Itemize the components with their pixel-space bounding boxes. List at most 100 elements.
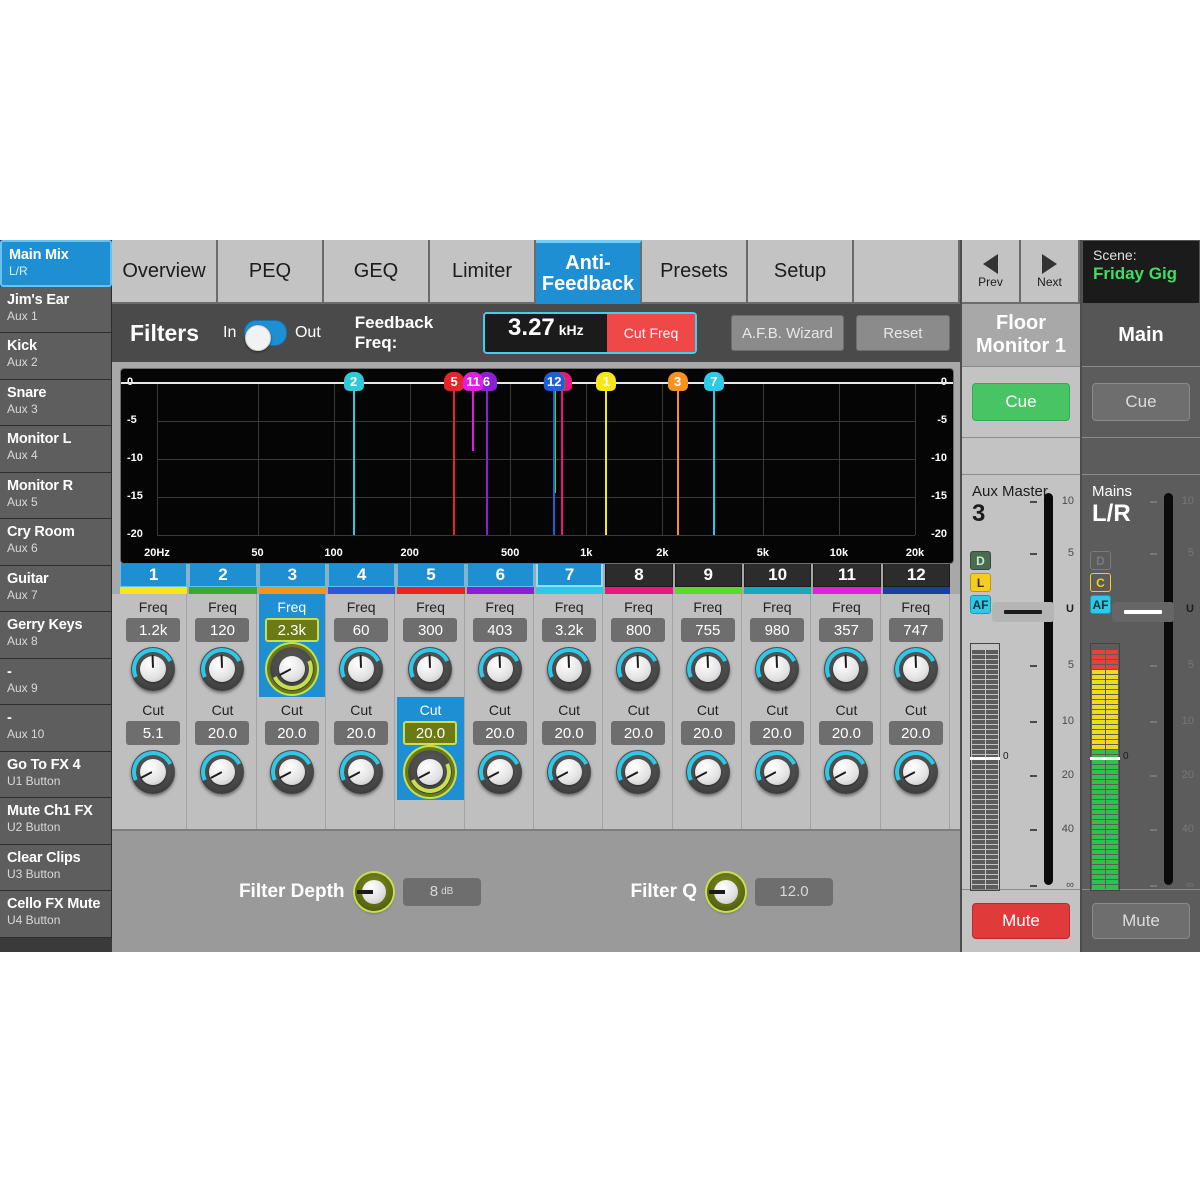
filter-spike-6[interactable] xyxy=(486,383,488,535)
cut-knob-2[interactable] xyxy=(200,750,244,794)
prev-button[interactable]: Prev xyxy=(962,240,1021,304)
cut-value-2[interactable]: 20.0 xyxy=(195,721,249,745)
filter-tab-3[interactable]: 3 xyxy=(259,562,326,594)
filter-spike-1[interactable] xyxy=(605,383,607,535)
freq-knob-6[interactable] xyxy=(478,647,522,691)
cut-knob-3[interactable] xyxy=(270,750,314,794)
cut-knob-8[interactable] xyxy=(616,750,660,794)
aux-badge-d[interactable]: D xyxy=(970,551,991,570)
freq-value-10[interactable]: 980 xyxy=(750,618,804,642)
aux-badge-af[interactable]: AF xyxy=(970,595,991,614)
tab-setup[interactable]: Setup xyxy=(748,240,854,304)
cut-knob-11[interactable] xyxy=(824,750,868,794)
cut-knob-9[interactable] xyxy=(686,750,730,794)
sidebar-item-aux-3[interactable]: SnareAux 3 xyxy=(0,380,112,427)
cut-value-6[interactable]: 20.0 xyxy=(473,721,527,745)
cut-value-4[interactable]: 20.0 xyxy=(334,721,388,745)
freq-knob-3[interactable] xyxy=(270,647,314,691)
tab-anti-feedback[interactable]: Anti- Feedback xyxy=(536,240,642,304)
cut-knob-7[interactable] xyxy=(547,750,591,794)
next-button[interactable]: Next xyxy=(1021,240,1080,304)
filter-spike-5[interactable] xyxy=(453,383,455,535)
filters-in-out-toggle[interactable] xyxy=(244,320,287,346)
frequency-response-graph[interactable]: 20Hz501002005001k2k5k10k20k00-5-5-10-10-… xyxy=(120,368,954,564)
filter-tab-12[interactable]: 12 xyxy=(883,562,950,594)
tab-peq[interactable]: PEQ xyxy=(218,240,324,304)
filter-tab-5[interactable]: 5 xyxy=(397,562,464,594)
scene-display[interactable]: Scene: Friday Gig xyxy=(1082,240,1200,304)
afb-wizard-button[interactable]: A.F.B. Wizard xyxy=(731,315,844,351)
sidebar-item-aux-10[interactable]: -Aux 10 xyxy=(0,705,112,752)
freq-value-4[interactable]: 60 xyxy=(334,618,388,642)
filter-marker-tag-3[interactable]: 3 xyxy=(668,372,688,391)
cut-freq-button[interactable]: Cut Freq xyxy=(607,314,695,352)
freq-value-3[interactable]: 2.3k xyxy=(265,618,319,642)
fader-handle[interactable] xyxy=(1112,602,1174,622)
freq-knob-8[interactable] xyxy=(616,647,660,691)
freq-knob-1[interactable] xyxy=(131,647,175,691)
freq-knob-10[interactable] xyxy=(755,647,799,691)
sidebar-item-aux-5[interactable]: Monitor RAux 5 xyxy=(0,473,112,520)
freq-knob-5[interactable] xyxy=(408,647,452,691)
cut-value-5[interactable]: 20.0 xyxy=(403,721,457,745)
filter-tab-6[interactable]: 6 xyxy=(467,562,534,594)
filter-tab-11[interactable]: 11 xyxy=(813,562,880,594)
filter-depth-value-box[interactable]: 8 dB xyxy=(403,878,481,906)
aux-cue-button[interactable]: Cue xyxy=(972,383,1070,421)
filter-spike-11[interactable] xyxy=(472,383,474,451)
filter-tab-8[interactable]: 8 xyxy=(605,562,672,594)
filter-spike-3[interactable] xyxy=(677,383,679,535)
filter-marker-tag-1[interactable]: 1 xyxy=(596,372,616,391)
cut-value-1[interactable]: 5.1 xyxy=(126,721,180,745)
cut-value-8[interactable]: 20.0 xyxy=(611,721,665,745)
main-badge-d[interactable]: D xyxy=(1090,551,1111,570)
filter-marker-tag-2[interactable]: 2 xyxy=(344,372,364,391)
cut-value-11[interactable]: 20.0 xyxy=(819,721,873,745)
cut-value-10[interactable]: 20.0 xyxy=(750,721,804,745)
filter-spike-8[interactable] xyxy=(561,383,563,535)
sidebar-item-u3-button[interactable]: Clear ClipsU3 Button xyxy=(0,845,112,892)
filter-depth-knob[interactable] xyxy=(355,873,393,911)
sidebar-item-aux-1[interactable]: Jim's EarAux 1 xyxy=(0,287,112,334)
cut-value-9[interactable]: 20.0 xyxy=(681,721,735,745)
filter-tab-9[interactable]: 9 xyxy=(675,562,742,594)
main-fader[interactable]: 105U5102040∞ xyxy=(1138,487,1196,892)
main-cue-button[interactable]: Cue xyxy=(1092,383,1190,421)
cut-knob-10[interactable] xyxy=(755,750,799,794)
aux-mute-button[interactable]: Mute xyxy=(972,903,1070,939)
freq-value-5[interactable]: 300 xyxy=(403,618,457,642)
freq-value-7[interactable]: 3.2k xyxy=(542,618,596,642)
filter-tab-4[interactable]: 4 xyxy=(328,562,395,594)
main-mute-button[interactable]: Mute xyxy=(1092,903,1190,939)
tab-blank[interactable] xyxy=(854,240,960,304)
freq-knob-7[interactable] xyxy=(547,647,591,691)
tab-geq[interactable]: GEQ xyxy=(324,240,430,304)
freq-knob-11[interactable] xyxy=(824,647,868,691)
fader-track[interactable] xyxy=(1044,493,1053,885)
aux-badge-l[interactable]: L xyxy=(970,573,991,592)
feedback-freq-display[interactable]: 3.27 kHz Cut Freq xyxy=(483,312,697,354)
filter-spike-7[interactable] xyxy=(713,383,715,535)
freq-value-9[interactable]: 755 xyxy=(681,618,735,642)
cut-knob-5[interactable] xyxy=(408,750,452,794)
freq-knob-4[interactable] xyxy=(339,647,383,691)
fader-handle[interactable] xyxy=(992,602,1054,622)
freq-value-1[interactable]: 1.2k xyxy=(126,618,180,642)
cut-knob-1[interactable] xyxy=(131,750,175,794)
sidebar-item-u2-button[interactable]: Mute Ch1 FXU2 Button xyxy=(0,798,112,845)
sidebar-item-u1-button[interactable]: Go To FX 4U1 Button xyxy=(0,752,112,799)
tab-limiter[interactable]: Limiter xyxy=(430,240,536,304)
sidebar-item-l-r[interactable]: Main MixL/R xyxy=(0,240,112,287)
filter-tab-1[interactable]: 1 xyxy=(120,562,187,594)
tab-presets[interactable]: Presets xyxy=(642,240,748,304)
sidebar-item-aux-8[interactable]: Gerry KeysAux 8 xyxy=(0,612,112,659)
filter-marker-tag-11[interactable]: 11 xyxy=(463,372,483,391)
cut-knob-6[interactable] xyxy=(478,750,522,794)
cut-value-7[interactable]: 20.0 xyxy=(542,721,596,745)
filter-spike-2[interactable] xyxy=(353,383,355,535)
sidebar-item-aux-7[interactable]: GuitarAux 7 xyxy=(0,566,112,613)
main-badge-af[interactable]: AF xyxy=(1090,595,1111,614)
freq-value-6[interactable]: 403 xyxy=(473,618,527,642)
filter-spike-12[interactable] xyxy=(553,383,555,535)
freq-value-2[interactable]: 120 xyxy=(195,618,249,642)
